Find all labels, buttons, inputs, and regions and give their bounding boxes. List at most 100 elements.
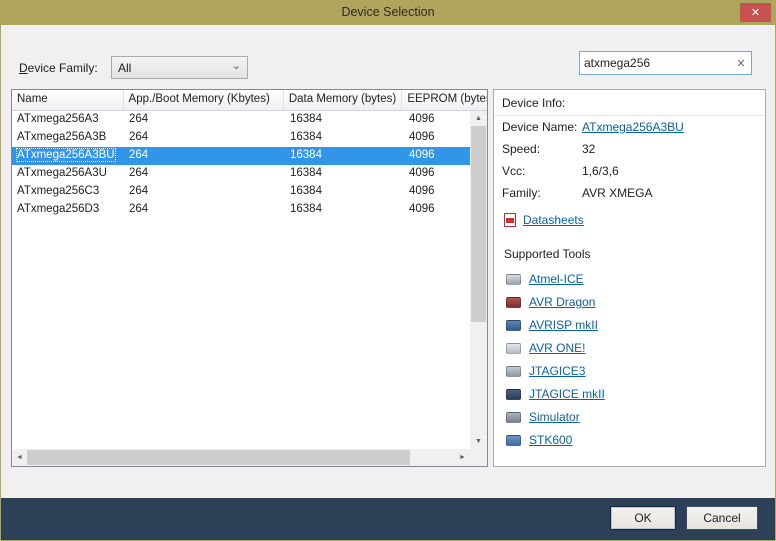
scroll-up-icon[interactable]: ▲ [470,111,487,126]
device-info-panel: Device Info: Device Name: ATxmega256A3BU… [493,89,766,467]
clear-search-icon[interactable]: ✕ [731,57,751,70]
cell-eeprom: 4096 [404,111,472,129]
datasheets-link[interactable]: Datasheets [523,213,584,227]
cell-data-memory: 16384 [285,129,404,147]
cell-name: ATxmega256C3 [12,183,124,201]
vertical-scrollbar[interactable]: ▲ ▼ [470,111,487,449]
cell-eeprom: 4096 [404,165,472,183]
device-family-selected-value: All [118,61,131,75]
cell-app-boot-memory: 264 [124,165,285,183]
pdf-icon [504,213,516,227]
column-header-eeprom[interactable]: EEPROM (bytes) [402,90,487,110]
device-info-heading: Device Info: [494,90,765,116]
column-header-app-boot-memory[interactable]: App./Boot Memory (Kbytes) [124,90,284,110]
datasheets-row: Datasheets [494,204,765,231]
device-table: Name App./Boot Memory (Kbytes) Data Memo… [11,89,488,467]
scroll-down-icon[interactable]: ▼ [470,434,487,449]
simulator-link[interactable]: Simulator [529,409,580,425]
cell-eeprom: 4096 [404,129,472,147]
scroll-right-icon[interactable]: ► [455,449,470,466]
jtagice-mkii-link[interactable]: JTAGICE mkII [529,386,605,402]
vertical-scroll-thumb[interactable] [471,126,486,322]
device-family-label: Device Family: [19,61,98,75]
device-name-link[interactable]: ATxmega256A3BU [582,119,684,135]
simulator-icon [506,412,521,423]
cell-eeprom: 4096 [404,201,472,219]
cell-eeprom: 4096 [404,147,472,165]
avr-dragon-link[interactable]: AVR Dragon [529,294,595,310]
speed-label: Speed: [502,141,582,157]
speed-value: 32 [582,141,595,157]
jtagice-mkii-icon [506,389,521,400]
stk600-icon [506,435,521,446]
jtagice3-link[interactable]: JTAGICE3 [529,363,585,379]
cell-name: ATxmega256A3BU [12,147,124,165]
avr-one-link[interactable]: AVR ONE! [529,340,585,356]
cancel-button[interactable]: Cancel [686,506,758,530]
device-family-dropdown[interactable]: All ⌄ [111,56,248,79]
cell-app-boot-memory: 264 [124,129,285,147]
close-icon: ✕ [751,6,760,19]
horizontal-scrollbar[interactable]: ◄ ► [12,449,470,466]
device-name-field: Device Name: ATxmega256A3BU [494,116,765,138]
cell-name: ATxmega256D3 [12,201,124,219]
close-button[interactable]: ✕ [740,3,771,22]
titlebar[interactable]: Device Selection ✕ [1,1,775,25]
tool-item: Simulator [494,405,765,428]
cell-data-memory: 16384 [285,147,404,165]
scroll-left-icon[interactable]: ◄ [12,449,27,466]
table-body: ATxmega256A3 264 16384 4096 ATxmega256A3… [12,111,472,449]
family-field: Family: AVR XMEGA [494,182,765,204]
cell-app-boot-memory: 264 [124,147,285,165]
device-name-label: Device Name: [502,119,582,135]
supported-tools-heading: Supported Tools [494,231,765,267]
window-title: Device Selection [1,5,775,19]
stk600-link[interactable]: STK600 [529,432,572,448]
cell-name: ATxmega256A3B [12,129,124,147]
table-row[interactable]: ATxmega256C3 264 16384 4096 [12,183,472,201]
jtagice3-icon [506,366,521,377]
tool-item: AVR Dragon [494,290,765,313]
tool-item: Atmel-ICE [494,267,765,290]
chevron-down-icon: ⌄ [232,59,241,72]
avrisp-mkii-link[interactable]: AVRISP mkII [529,317,598,333]
table-row[interactable]: ATxmega256A3B 264 16384 4096 [12,129,472,147]
tool-item: AVR ONE! [494,336,765,359]
dialog-content: Device Family: All ⌄ ✕ Name App./Boot Me… [1,25,775,498]
atmel-ice-icon [506,274,521,285]
tool-item: AVRISP mkII [494,313,765,336]
cell-data-memory: 16384 [285,111,404,129]
table-row-selected[interactable]: ATxmega256A3BU 264 16384 4096 [12,147,472,165]
avr-dragon-icon [506,297,521,308]
cell-data-memory: 16384 [285,165,404,183]
family-label: Family: [502,185,582,201]
cell-app-boot-memory: 264 [124,183,285,201]
vcc-label: Vcc: [502,163,582,179]
vcc-value: 1,6/3,6 [582,163,619,179]
cell-app-boot-memory: 264 [124,201,285,219]
search-box: ✕ [579,51,752,75]
column-header-name[interactable]: Name [12,90,124,110]
cell-data-memory: 16384 [285,183,404,201]
ok-button[interactable]: OK [610,506,676,530]
speed-field: Speed: 32 [494,138,765,160]
avr-one-icon [506,343,521,354]
tool-item: STK600 [494,428,765,451]
cell-name: ATxmega256A3U [12,165,124,183]
tool-item: JTAGICE3 [494,359,765,382]
table-header: Name App./Boot Memory (Kbytes) Data Memo… [12,90,487,111]
vcc-field: Vcc: 1,6/3,6 [494,160,765,182]
table-row[interactable]: ATxmega256A3U 264 16384 4096 [12,165,472,183]
dialog-footer: OK Cancel [1,498,775,540]
horizontal-scroll-thumb[interactable] [27,450,410,465]
cell-data-memory: 16384 [285,201,404,219]
search-input[interactable] [580,56,731,70]
avrisp-mkii-icon [506,320,521,331]
column-header-data-memory[interactable]: Data Memory (bytes) [284,90,403,110]
family-value: AVR XMEGA [582,185,652,201]
atmel-ice-link[interactable]: Atmel-ICE [529,271,584,287]
table-row[interactable]: ATxmega256D3 264 16384 4096 [12,201,472,219]
table-row[interactable]: ATxmega256A3 264 16384 4096 [12,111,472,129]
cell-name: ATxmega256A3 [12,111,124,129]
scrollbar-corner [470,449,487,466]
